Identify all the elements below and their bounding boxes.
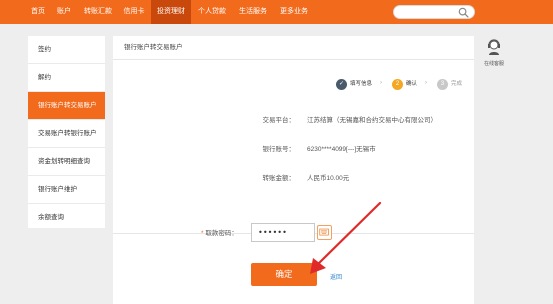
panel-title: 银行账户转交易账户 <box>113 36 474 60</box>
step-3-label: 完成 <box>451 81 463 87</box>
amount-value: 人民币10.00元 <box>307 175 350 182</box>
step-3-number: 3 <box>437 79 448 90</box>
step-2-number: 2 <box>392 79 403 90</box>
step-2-label: 确认 <box>406 81 418 87</box>
sidebar-menu: 签约 解约 银行账户转交易账户 交易账户转银行账户 资金划转明细查询 银行账户维… <box>28 36 105 228</box>
nav-item-investment[interactable]: 投资理财 <box>151 0 191 24</box>
nav-item-transfer[interactable]: 转账汇款 <box>78 0 118 24</box>
sidebar-item-sign[interactable]: 签约 <box>28 36 105 64</box>
sidebar-item-bank-to-trade[interactable]: 银行账户转交易账户 <box>28 92 105 120</box>
step-1-label: 填写信息 <box>350 81 373 87</box>
step-separator-icon: › <box>380 80 382 86</box>
nav-item-home[interactable]: 首页 <box>24 0 52 24</box>
annotation-arrow-icon <box>310 201 382 274</box>
nav-item-life-service[interactable]: 生活服务 <box>233 0 273 24</box>
headset-icon <box>488 39 500 55</box>
search-input[interactable] <box>393 5 475 19</box>
nav-item-personal-loan[interactable]: 个人贷款 <box>193 0 231 24</box>
platform-label: 交易平台： <box>262 117 296 124</box>
sidebar-item-trade-to-bank[interactable]: 交易账户转银行账户 <box>28 120 105 148</box>
nav-item-credit-card[interactable]: 信用卡 <box>119 0 149 24</box>
sidebar-item-unsign[interactable]: 解约 <box>28 64 105 92</box>
password-label: * 取款密码： <box>201 230 238 237</box>
bank-account-value: 6230****4099[---]无锡市 <box>307 146 376 153</box>
nav-item-account[interactable]: 账户 <box>52 0 76 24</box>
amount-label: 转账金额： <box>262 175 296 182</box>
top-nav-bar: 首页 账户 转账汇款 信用卡 投资理财 个人贷款 生活服务 更多业务 <box>0 0 553 24</box>
nav-item-more[interactable]: 更多业务 <box>274 0 314 24</box>
step-1-check-icon: ✓ <box>336 79 347 90</box>
step-separator-icon: › <box>425 80 427 86</box>
online-customer-service[interactable]: 在线客服 <box>480 36 508 71</box>
sidebar-item-transfer-history[interactable]: 资金划转明细查询 <box>28 148 105 176</box>
customer-service-label: 在线客服 <box>483 61 504 67</box>
sidebar-item-account-maintenance[interactable]: 银行账户维护 <box>28 176 105 204</box>
search-icon[interactable] <box>458 7 469 18</box>
sidebar-item-balance-query[interactable]: 余额查询 <box>28 204 105 232</box>
platform-value: 江苏结算（无锡嘉和合约交易中心有限公司） <box>307 117 437 124</box>
bank-account-label: 银行账号： <box>262 146 296 153</box>
